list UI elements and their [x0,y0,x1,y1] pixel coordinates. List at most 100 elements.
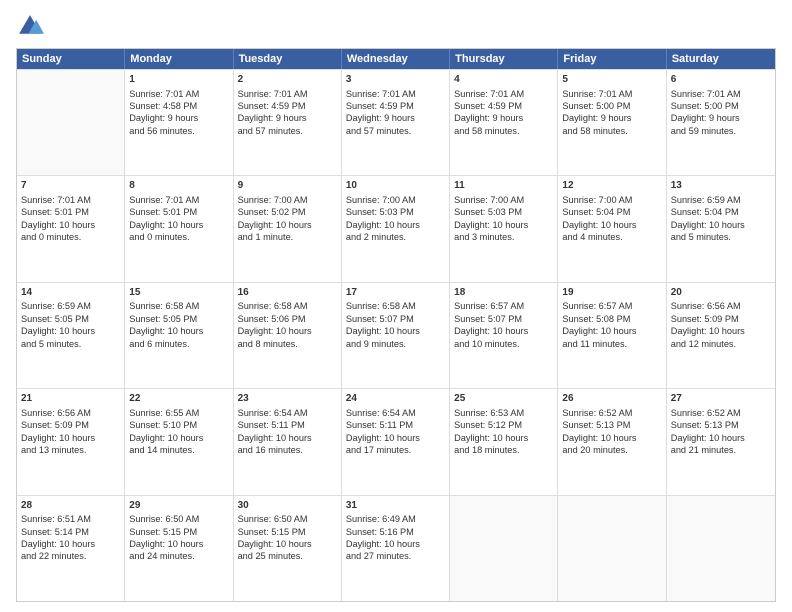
day-number: 16 [238,286,337,300]
day-info-line: and 25 minutes. [238,550,337,562]
day-number: 31 [346,499,445,513]
cal-header-cell: Tuesday [234,49,342,69]
cal-cell: 18Sunrise: 6:57 AMSunset: 5:07 PMDayligh… [450,283,558,388]
day-info-line: Sunset: 5:13 PM [562,419,661,431]
day-info-line: Daylight: 10 hours [238,219,337,231]
page: SundayMondayTuesdayWednesdayThursdayFrid… [0,0,792,612]
day-info-line: Sunset: 5:01 PM [21,206,120,218]
cal-cell: 27Sunrise: 6:52 AMSunset: 5:13 PMDayligh… [667,389,775,494]
cal-header-cell: Monday [125,49,233,69]
day-info-line: Daylight: 9 hours [562,112,661,124]
day-number: 1 [129,73,228,87]
day-info-line: Daylight: 10 hours [238,538,337,550]
day-info-line: and 13 minutes. [21,444,120,456]
cal-cell: 2Sunrise: 7:01 AMSunset: 4:59 PMDaylight… [234,70,342,175]
day-info-line: Sunrise: 6:55 AM [129,407,228,419]
day-number: 3 [346,73,445,87]
cal-cell: 7Sunrise: 7:01 AMSunset: 5:01 PMDaylight… [17,176,125,281]
day-info-line: Sunset: 5:03 PM [346,206,445,218]
day-number: 26 [562,392,661,406]
day-info-line: Daylight: 9 hours [346,112,445,124]
day-info-line: and 10 minutes. [454,338,553,350]
cal-cell: 14Sunrise: 6:59 AMSunset: 5:05 PMDayligh… [17,283,125,388]
day-number: 4 [454,73,553,87]
day-number: 20 [671,286,771,300]
day-number: 28 [21,499,120,513]
day-info-line: Daylight: 10 hours [346,325,445,337]
day-info-line: and 17 minutes. [346,444,445,456]
day-info-line: Sunrise: 7:01 AM [238,88,337,100]
day-info-line: Sunrise: 6:59 AM [21,300,120,312]
day-info-line: Sunrise: 7:01 AM [346,88,445,100]
cal-week-row: 7 Sunrise: 7:01 AM Sunset: 5:01 PM Daylight… [17,175,775,281]
day-number: 18 [454,286,553,300]
day-info-line: Sunset: 5:00 PM [562,100,661,112]
day-number: 7 [21,179,120,193]
day-info-line: Sunset: 5:12 PM [454,419,553,431]
day-number: 29 [129,499,228,513]
day-info-line: and 58 minutes. [454,125,553,137]
day-info-line: Sunset: 5:06 PM [238,313,337,325]
day-info-line: Sunset: 5:11 PM [238,419,337,431]
header [16,12,776,40]
day-info-line: and 59 minutes. [671,125,771,137]
day-info-line: Daylight: 9 hours [129,112,228,124]
cal-cell [667,496,775,601]
day-info-line: and 21 minutes. [671,444,771,456]
day-number: 19 [562,286,661,300]
day-info-line: Sunrise: 6:52 AM [671,407,771,419]
cal-header-cell: Friday [558,49,666,69]
cal-cell: 16Sunrise: 6:58 AMSunset: 5:06 PMDayligh… [234,283,342,388]
day-info-line: Sunset: 5:11 PM [346,419,445,431]
day-info-line: Daylight: 10 hours [238,432,337,444]
day-number: 13 [671,179,771,193]
day-info-line: Daylight: 9 hours [671,112,771,124]
day-info-line: and 57 minutes. [346,125,445,137]
day-info-line: and 5 minutes. [21,338,120,350]
day-info-line: Daylight: 10 hours [346,219,445,231]
day-info-line: and 58 minutes. [562,125,661,137]
day-info-line: Sunset: 5:10 PM [129,419,228,431]
cal-cell [450,496,558,601]
day-info-line: Sunset: 5:04 PM [671,206,771,218]
day-info-line: Sunset: 5:05 PM [129,313,228,325]
day-info-line: and 27 minutes. [346,550,445,562]
day-info-line: Sunset: 5:14 PM [21,526,120,538]
day-info-line: Sunset: 5:03 PM [454,206,553,218]
day-info-line: Sunset: 5:04 PM [562,206,661,218]
day-number: 25 [454,392,553,406]
day-number: 11 [454,179,553,193]
day-info-line: and 5 minutes. [671,231,771,243]
day-info-line: Sunrise: 7:01 AM [129,194,228,206]
day-info-line: Sunrise: 6:56 AM [671,300,771,312]
cal-header-cell: Saturday [667,49,775,69]
day-info-line: Daylight: 10 hours [129,432,228,444]
day-info-line: Sunrise: 6:57 AM [454,300,553,312]
cal-cell: 23Sunrise: 6:54 AMSunset: 5:11 PMDayligh… [234,389,342,494]
cal-cell: 19Sunrise: 6:57 AMSunset: 5:08 PMDayligh… [558,283,666,388]
day-number: 5 [562,73,661,87]
day-info-line: Daylight: 10 hours [454,325,553,337]
day-info-line: Daylight: 10 hours [129,325,228,337]
day-info-line: Daylight: 10 hours [21,432,120,444]
day-info-line: Sunrise: 7:00 AM [454,194,553,206]
cal-header-cell: Thursday [450,49,558,69]
day-info-line: Daylight: 10 hours [21,538,120,550]
day-info-line: Daylight: 10 hours [129,538,228,550]
day-info-line: Daylight: 10 hours [562,219,661,231]
day-info-line: Daylight: 9 hours [454,112,553,124]
day-info-line: Sunset: 4:58 PM [129,100,228,112]
calendar-header: SundayMondayTuesdayWednesdayThursdayFrid… [17,49,775,69]
day-number: 21 [21,392,120,406]
day-info-line: Sunset: 5:15 PM [238,526,337,538]
day-info-line: Daylight: 10 hours [562,325,661,337]
day-info-line: Daylight: 10 hours [671,325,771,337]
cal-cell: 10Sunrise: 7:00 AMSunset: 5:03 PMDayligh… [342,176,450,281]
cal-cell: 5Sunrise: 7:01 AMSunset: 5:00 PMDaylight… [558,70,666,175]
day-info-line: Sunrise: 6:58 AM [238,300,337,312]
day-info-line: Sunrise: 6:50 AM [129,513,228,525]
day-info-line: Sunrise: 6:50 AM [238,513,337,525]
day-number: 27 [671,392,771,406]
day-info-line: and 18 minutes. [454,444,553,456]
day-number: 2 [238,73,337,87]
